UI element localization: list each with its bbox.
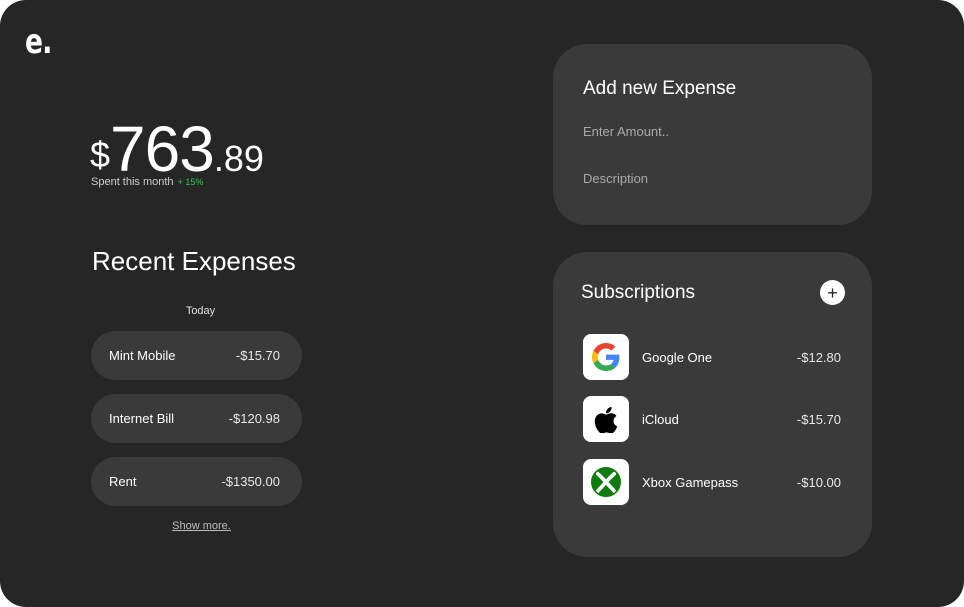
expense-name: Internet Bill <box>109 411 175 426</box>
subscription-price: -$15.70 <box>796 411 841 427</box>
subscription-price: -$12.80 <box>796 349 841 365</box>
subscriptions-title: Subscriptions <box>581 282 696 303</box>
amount-cents: .89 <box>213 138 264 179</box>
amount-whole: 763 <box>110 113 215 185</box>
subscription-name: iCloud <box>642 411 679 427</box>
add-expense-card: Add new Expense <box>553 44 872 225</box>
subscriptions-card: Subscriptions + Google One -$12.80 iClou… <box>553 252 872 557</box>
monthly-total: $763.89 <box>90 112 264 186</box>
show-more-link[interactable]: Show more. <box>90 520 313 532</box>
subscription-item[interactable]: Google One -$12.80 <box>583 334 841 380</box>
subscription-item[interactable]: Xbox Gamepass -$10.00 <box>583 459 841 505</box>
add-subscription-button[interactable]: + <box>820 280 845 305</box>
add-expense-title: Add new Expense <box>583 78 737 99</box>
apple-icon <box>583 396 629 442</box>
subscription-name: Google One <box>642 349 713 365</box>
google-icon <box>583 334 629 380</box>
brand-logo: e. <box>25 22 52 62</box>
xbox-icon <box>583 459 629 505</box>
date-group-label: Today <box>185 305 216 317</box>
app-window: e. $763.89 Spent this month + 15% Recent … <box>0 0 964 607</box>
description-input[interactable] <box>583 168 833 188</box>
currency-symbol: $ <box>90 134 111 175</box>
expense-item[interactable]: Internet Bill -$120.98 <box>91 394 302 443</box>
subscription-price: -$10.00 <box>796 474 841 490</box>
change-badge: + 15% <box>177 177 204 187</box>
subscription-item[interactable]: iCloud -$15.70 <box>583 396 841 442</box>
recent-expenses-title: Recent Expenses <box>92 246 296 276</box>
expense-amount: -$1350.00 <box>221 474 280 489</box>
spent-caption-row: Spent this month + 15% <box>91 176 203 188</box>
expense-item[interactable]: Rent -$1350.00 <box>91 457 302 506</box>
expense-name: Rent <box>109 474 137 489</box>
amount-input[interactable] <box>583 121 833 141</box>
expense-amount: -$15.70 <box>235 348 280 363</box>
subscription-name: Xbox Gamepass <box>642 474 739 490</box>
expense-item[interactable]: Mint Mobile -$15.70 <box>91 331 302 380</box>
expense-amount: -$120.98 <box>228 411 280 426</box>
spent-caption: Spent this month <box>91 176 174 188</box>
expense-name: Mint Mobile <box>109 348 176 363</box>
